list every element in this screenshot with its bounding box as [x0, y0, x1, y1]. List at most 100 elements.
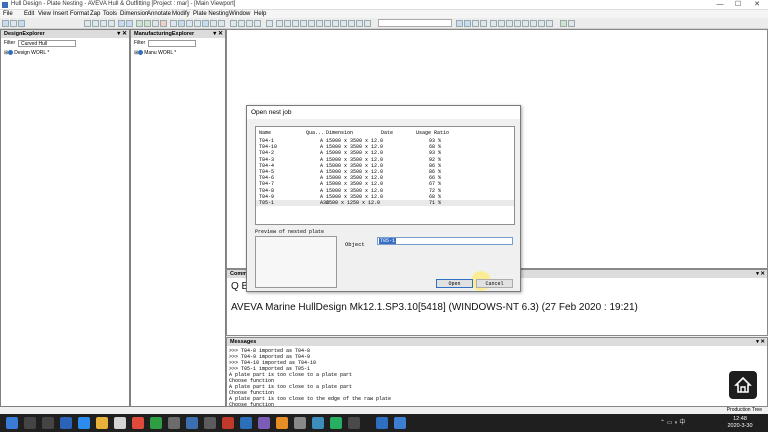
hand-icon[interactable] [246, 20, 253, 27]
pointer-icon[interactable] [238, 20, 245, 27]
app-icon-3[interactable] [186, 417, 198, 429]
text-icon[interactable] [356, 20, 363, 27]
cancel-button[interactable]: Cancel [476, 279, 513, 288]
view-3d-icon[interactable] [530, 20, 537, 27]
point-icon[interactable] [276, 20, 283, 27]
pan-icon[interactable] [472, 20, 479, 27]
zoom-scale-icon[interactable] [522, 20, 529, 27]
menu-format[interactable]: Format [70, 10, 89, 18]
panel-close-icon[interactable]: ▾ ✕ [756, 270, 765, 278]
paste-icon[interactable] [108, 20, 115, 27]
zoom-all-icon[interactable] [506, 20, 513, 27]
app-icon-5[interactable] [222, 417, 234, 429]
edge-icon[interactable] [78, 417, 90, 429]
line-icon[interactable] [284, 20, 291, 27]
search-icon[interactable] [24, 417, 36, 429]
menu-edit[interactable]: Edit [24, 10, 34, 18]
panel-close-icon[interactable]: ▾ ✕ [756, 338, 765, 346]
redraw-icon[interactable] [546, 20, 553, 27]
list-row-selected[interactable]: T05-1 A36 2500 x 1250 x 12.0 71 % [256, 200, 514, 207]
curve-icon[interactable] [308, 20, 315, 27]
polygon-icon[interactable] [348, 20, 355, 27]
fit-icon[interactable] [480, 20, 487, 27]
menu-insert[interactable]: Insert [53, 10, 68, 18]
select-icon[interactable] [230, 20, 237, 27]
arc-icon[interactable] [316, 20, 323, 27]
tree-item-manu-world[interactable]: ⊞ Manu WORL * [134, 50, 176, 56]
hatch-icon[interactable] [364, 20, 371, 27]
zoom-window-icon[interactable] [490, 20, 497, 27]
column-header-usage[interactable]: Usage Ratio [416, 130, 449, 136]
column-header-name[interactable]: Name [259, 130, 271, 136]
minimize-button[interactable]: — [713, 0, 727, 10]
column-header-dimension[interactable]: Dimension [326, 130, 353, 136]
app-icon-4[interactable] [204, 417, 216, 429]
app-icon-12[interactable] [348, 417, 360, 429]
toolbar-combo[interactable] [378, 19, 452, 27]
measure-icon[interactable] [186, 20, 193, 27]
menu-dimension[interactable]: Dimension [120, 10, 148, 18]
grid-icon[interactable] [170, 20, 177, 27]
info-icon[interactable] [210, 20, 217, 27]
app-icon-8[interactable] [276, 417, 288, 429]
close-button[interactable]: ✕ [750, 0, 764, 10]
copy-icon[interactable] [100, 20, 107, 27]
undo-icon[interactable] [118, 20, 125, 27]
polyline-icon[interactable] [292, 20, 299, 27]
layers-icon[interactable] [568, 20, 575, 27]
open-button[interactable]: Open [436, 279, 473, 288]
print-icon[interactable] [84, 20, 91, 27]
aveva-app-icon[interactable] [376, 417, 388, 429]
design-filter-select[interactable]: Curved Hull [18, 40, 76, 47]
zoom-out-icon[interactable] [464, 20, 471, 27]
settings-icon[interactable] [218, 20, 225, 27]
layer-icon[interactable] [144, 20, 151, 27]
redo-icon[interactable] [126, 20, 133, 27]
menu-file[interactable]: File [3, 10, 13, 18]
menu-modify[interactable]: Modify [172, 10, 190, 18]
menu-view[interactable]: View [38, 10, 51, 18]
circle-icon[interactable] [324, 20, 331, 27]
panel-close-icon[interactable]: ▾ ✕ [213, 30, 223, 38]
mail-icon[interactable] [60, 417, 72, 429]
spline-icon[interactable] [300, 20, 307, 27]
app-icon-1[interactable] [150, 417, 162, 429]
menu-annotate[interactable]: Annotate [147, 10, 171, 18]
menu-zap[interactable]: Zap [90, 10, 100, 18]
file-explorer-icon[interactable] [96, 417, 108, 429]
zoom-extents-icon[interactable] [514, 20, 521, 27]
store-icon[interactable] [114, 417, 126, 429]
start-icon[interactable] [6, 417, 18, 429]
object-input[interactable]: T05-1 [377, 237, 513, 245]
clock[interactable]: 12:48 2020-3-30 [720, 416, 760, 430]
view-icon[interactable] [136, 20, 143, 27]
rectangle-icon[interactable] [340, 20, 347, 27]
new-icon[interactable] [2, 20, 9, 27]
manufacturing-filter-select[interactable] [148, 40, 196, 47]
shade-icon[interactable] [538, 20, 545, 27]
menu-plate-nesting[interactable]: Plate Nesting [193, 10, 229, 18]
aveva-app-icon-2[interactable] [394, 417, 406, 429]
app-icon-7[interactable] [258, 417, 270, 429]
query-icon[interactable] [194, 20, 201, 27]
highlight-icon[interactable] [560, 20, 567, 27]
app-icon-6[interactable] [240, 417, 252, 429]
save-icon[interactable] [18, 20, 25, 27]
nest-job-list[interactable]: Name Qua... Dimension Date Usage Ratio T… [255, 126, 515, 225]
zoom-in-icon[interactable] [456, 20, 463, 27]
maximize-button[interactable]: ☐ [731, 0, 745, 10]
chrome-icon[interactable] [132, 417, 144, 429]
tray-icons[interactable]: ⌃ ▭ ◖ 中 [660, 417, 720, 429]
delete-icon[interactable] [160, 20, 167, 27]
ellipse-icon[interactable] [332, 20, 339, 27]
task-view-icon[interactable] [42, 417, 54, 429]
column-header-qua[interactable]: Qua... [306, 130, 324, 136]
tree-item-design-world[interactable]: ⊞ Design WORL * [4, 50, 49, 56]
app-icon-9[interactable] [294, 417, 306, 429]
menu-help[interactable]: Help [254, 10, 266, 18]
app-icon-10[interactable] [312, 417, 324, 429]
cursor-icon[interactable] [266, 20, 273, 27]
menu-window[interactable]: Window [229, 10, 250, 18]
refresh-icon[interactable] [202, 20, 209, 27]
app-icon-2[interactable] [168, 417, 180, 429]
